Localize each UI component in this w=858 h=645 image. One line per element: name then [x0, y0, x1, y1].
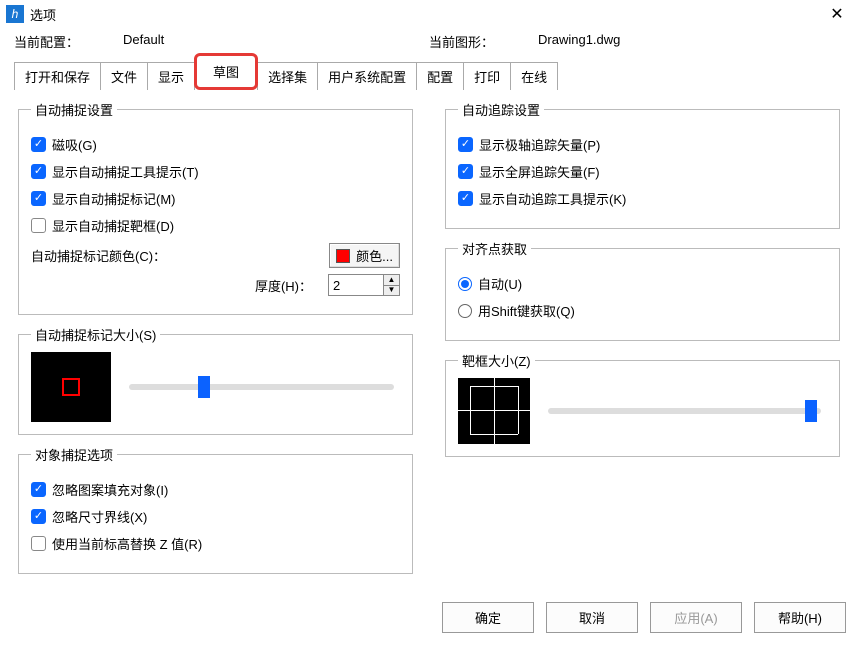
current-drawing-value: Drawing1.dwg [538, 32, 620, 51]
target-size-group: 靶框大小(Z) [445, 351, 840, 457]
marker-color-button[interactable]: 颜色... [329, 243, 400, 268]
ignore-hatch-label: 忽略图案填充对象(I) [52, 480, 168, 499]
help-button[interactable]: 帮助(H) [754, 602, 846, 633]
elev-z-checkbox[interactable] [31, 536, 46, 551]
autosnap-legend: 自动捕捉设置 [31, 100, 117, 119]
polar-track-label: 显示极轴追踪矢量(P) [479, 135, 600, 154]
tab-selection[interactable]: 选择集 [257, 62, 318, 90]
target-size-preview [458, 378, 530, 444]
align-shift-label: 用Shift键获取(Q) [478, 301, 575, 320]
autosnap-target-checkbox[interactable] [31, 218, 46, 233]
tab-online[interactable]: 在线 [510, 62, 558, 90]
thickness-label: 厚度(H)： [31, 276, 328, 295]
tab-open-save[interactable]: 打开和保存 [14, 62, 101, 90]
ignore-dim-checkbox[interactable] [31, 509, 46, 524]
autosnap-group: 自动捕捉设置 磁吸(G) 显示自动捕捉工具提示(T) 显示自动捕捉标记(M) 显… [18, 100, 413, 315]
tab-sketch[interactable]: 草图 [194, 53, 258, 90]
fullscreen-track-label: 显示全屏追踪矢量(F) [479, 162, 600, 181]
autotrack-tooltip-checkbox[interactable] [458, 191, 473, 206]
marker-size-slider[interactable] [129, 384, 394, 390]
polar-track-checkbox[interactable] [458, 137, 473, 152]
marker-size-preview [31, 352, 111, 422]
thickness-spinbox[interactable]: ▲▼ [328, 274, 400, 296]
autosnap-marker-checkbox[interactable] [31, 191, 46, 206]
ignore-hatch-checkbox[interactable] [31, 482, 46, 497]
cancel-button[interactable]: 取消 [546, 602, 638, 633]
marker-size-thumb[interactable] [198, 376, 210, 398]
target-size-thumb[interactable] [805, 400, 817, 422]
current-drawing-label: 当前图形： [429, 32, 494, 51]
alignment-group: 对齐点获取 自动(U) 用Shift键获取(Q) [445, 239, 840, 341]
tab-print[interactable]: 打印 [463, 62, 511, 90]
current-config-value: Default [123, 32, 164, 51]
marker-color-label: 自动捕捉标记颜色(C)： [31, 246, 329, 265]
align-auto-radio[interactable] [458, 277, 472, 291]
marker-size-group: 自动捕捉标记大小(S) [18, 325, 413, 435]
autosnap-tooltip-label: 显示自动捕捉工具提示(T) [52, 162, 199, 181]
autotrack-tooltip-label: 显示自动追踪工具提示(K) [479, 189, 626, 208]
current-config-label: 当前配置： [14, 32, 79, 51]
elev-z-label: 使用当前标高替换 Z 值(R) [52, 534, 202, 553]
autosnap-tooltip-checkbox[interactable] [31, 164, 46, 179]
target-size-legend: 靶框大小(Z) [458, 351, 535, 370]
marker-preview-icon [62, 378, 80, 396]
ok-button[interactable]: 确定 [442, 602, 534, 633]
autotrack-group: 自动追踪设置 显示极轴追踪矢量(P) 显示全屏追踪矢量(F) 显示自动追踪工具提… [445, 100, 840, 229]
marker-color-text: 颜色... [356, 246, 393, 265]
tab-display[interactable]: 显示 [147, 62, 195, 90]
magnet-checkbox[interactable] [31, 137, 46, 152]
thickness-up[interactable]: ▲ [384, 275, 399, 286]
align-shift-radio[interactable] [458, 304, 472, 318]
object-snap-group: 对象捕捉选项 忽略图案填充对象(I) 忽略尺寸界线(X) 使用当前标高替换 Z … [18, 445, 413, 574]
autosnap-marker-label: 显示自动捕捉标记(M) [52, 189, 176, 208]
tab-config[interactable]: 配置 [416, 62, 464, 90]
close-button[interactable]: ✕ [822, 2, 852, 26]
fullscreen-track-checkbox[interactable] [458, 164, 473, 179]
window-title: 选项 [30, 5, 822, 24]
autosnap-target-label: 显示自动捕捉靶框(D) [52, 216, 174, 235]
app-icon: h [6, 5, 24, 23]
marker-size-legend: 自动捕捉标记大小(S) [31, 325, 160, 344]
align-auto-label: 自动(U) [478, 274, 522, 293]
color-swatch-icon [336, 249, 350, 263]
target-size-slider[interactable] [548, 408, 821, 414]
ignore-dim-label: 忽略尺寸界线(X) [52, 507, 147, 526]
thickness-down[interactable]: ▼ [384, 286, 399, 296]
thickness-input[interactable] [329, 275, 383, 295]
alignment-legend: 对齐点获取 [458, 239, 531, 258]
autotrack-legend: 自动追踪设置 [458, 100, 544, 119]
magnet-label: 磁吸(G) [52, 135, 97, 154]
tab-file[interactable]: 文件 [100, 62, 148, 90]
tab-user-system[interactable]: 用户系统配置 [317, 62, 417, 90]
apply-button[interactable]: 应用(A) [650, 602, 742, 633]
object-snap-legend: 对象捕捉选项 [31, 445, 117, 464]
